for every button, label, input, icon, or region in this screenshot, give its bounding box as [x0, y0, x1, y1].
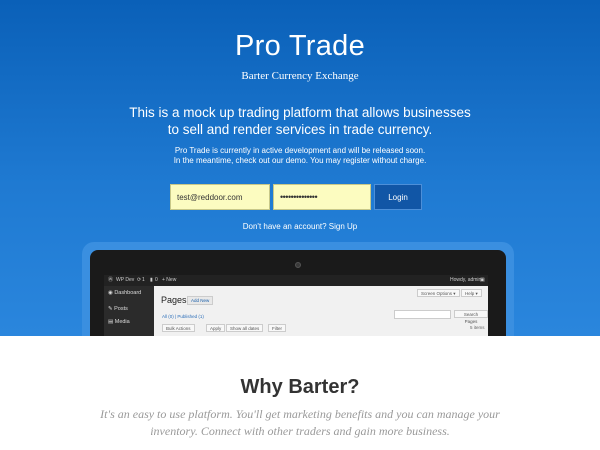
media-icon: ▤	[108, 319, 115, 325]
preview-help: Help ▾	[461, 289, 482, 297]
preview-main: Screen Options ▾ Help ▾ Pages Add New Al…	[154, 286, 488, 336]
development-note: Pro Trade is currently in active develop…	[150, 146, 450, 166]
hero-section: Pro Trade Barter Currency Exchange This …	[0, 0, 600, 336]
preview-filter: Filter	[268, 324, 286, 332]
note-line-2: In the meantime, check out our demo. You…	[173, 156, 427, 165]
preview-howdy: Howdy, admin	[450, 277, 482, 283]
wordpress-icon: Ⓦ	[108, 277, 114, 283]
preview-side-media-label: Media	[114, 319, 130, 325]
preview-filter-links: All (0) | Published (1)	[162, 314, 204, 319]
note-line-1: Pro Trade is currently in active develop…	[174, 146, 426, 155]
login-button[interactable]: Login	[374, 184, 422, 210]
preview-updates-count: 1	[142, 277, 145, 283]
password-field[interactable]	[273, 184, 371, 210]
why-heading: Why Barter?	[240, 376, 360, 398]
dashboard-preview: Ⓦ WP Dev ⟳ 1 ▮ 0 + New Howdy, admin ▣ ◉ …	[104, 275, 488, 336]
updates-icon: ⟳	[137, 277, 142, 283]
preview-side-posts: ✎ Posts	[108, 306, 128, 312]
preview-side-dashboard: ◉ Dashboard	[108, 290, 141, 296]
preview-side-dashboard-label: Dashboard	[114, 290, 142, 296]
preview-search-button: Search Pages	[454, 310, 488, 324]
preview-add-new: Add New	[187, 296, 214, 305]
why-description: It's an easy to use platform. You'll get…	[100, 407, 500, 438]
hero-description: This is a mock up trading platform that …	[129, 105, 471, 137]
page-subtitle: Barter Currency Exchange	[241, 70, 359, 82]
preview-screen-options: Screen Options ▾	[417, 289, 460, 297]
avatar: ▣	[480, 277, 485, 283]
preview-items-count: 5 items	[470, 325, 485, 330]
preview-new: + New	[162, 277, 177, 283]
email-field[interactable]	[170, 184, 270, 210]
preview-site-name: WP Dev	[116, 277, 135, 283]
camera-icon	[295, 262, 301, 268]
comments-icon: ▮	[150, 277, 153, 283]
preview-page-title: Pages	[161, 295, 187, 305]
signup-link[interactable]: Don't have an account? Sign Up	[243, 222, 358, 231]
signup-prompt: Don't have an account? Sign Up	[0, 222, 600, 231]
preview-side-posts-label: Posts	[114, 306, 128, 312]
preview-apply: Apply	[206, 324, 226, 332]
preview-admin-bar: Ⓦ WP Dev ⟳ 1 ▮ 0 + New Howdy, admin ▣	[104, 275, 488, 286]
preview-side-media: ▤ Media	[108, 319, 130, 325]
preview-all-dates: Show all dates	[226, 324, 264, 332]
preview-search-input	[394, 310, 451, 319]
page-title: Pro Trade	[234, 30, 366, 62]
preview-sidebar: ◉ Dashboard ✎ Posts ▤ Media	[104, 286, 154, 336]
preview-comments-count: 0	[155, 277, 158, 283]
preview-bulk-actions: Bulk Actions	[162, 324, 195, 332]
